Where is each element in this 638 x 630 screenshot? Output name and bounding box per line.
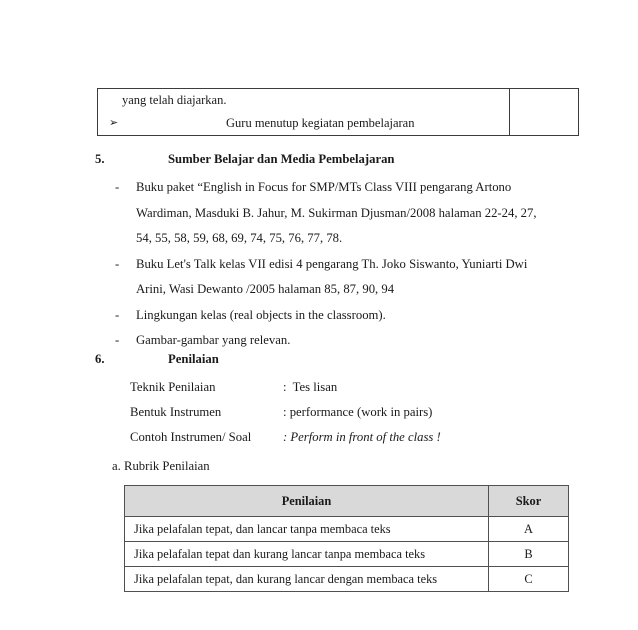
dash-marker: -: [115, 333, 120, 347]
table-row: Jika pelafalan tepat dan kurang lancar t…: [124, 541, 569, 567]
section-5-title: Sumber Belajar dan Media Pembelajaran: [168, 152, 395, 166]
assessment-value: : Perform in front of the class !: [283, 430, 441, 444]
list-item: - Buku Let's Talk kelas VII edisi 4 peng…: [0, 252, 638, 303]
assessment-value: : Tes lisan: [283, 380, 338, 394]
rubric-description-cell: Jika pelafalan tepat, dan kurang lancar …: [124, 566, 489, 592]
list-item-line: 54, 55, 58, 59, 68, 69, 74, 75, 76, 77, …: [136, 231, 343, 245]
section-5-number: 5.: [95, 152, 105, 166]
rubric-description-cell: Jika pelafalan tepat dan kurang lancar t…: [124, 541, 489, 567]
dash-marker: -: [115, 307, 120, 322]
list-item-line: Wardiman, Masduki B. Jahur, M. Sukirman …: [136, 205, 537, 220]
rubric-header-row: Penilaian Skor: [124, 485, 569, 517]
list-item-line: Lingkungan kelas (real objects in the cl…: [136, 307, 386, 322]
dash-marker: -: [115, 256, 120, 271]
activity-bullet-row: ➢ Guru menutup kegiatan pembelajaran: [98, 111, 509, 135]
activity-continuation-table: yang telah diajarkan. ➢ Guru menutup keg…: [97, 88, 579, 136]
assessment-value: : performance (work in pairs): [283, 405, 433, 419]
list-item: - Buku paket “English in Focus for SMP/M…: [0, 175, 638, 252]
section-6-number: 6.: [95, 352, 105, 366]
assessment-row: Teknik Penilaian : Tes lisan: [0, 375, 638, 400]
dash-marker: -: [115, 180, 120, 194]
assessment-row: Contoh Instrumen/ Soal : Perform in fron…: [0, 425, 638, 450]
activity-side-cell: [509, 88, 579, 136]
table-row: Jika pelafalan tepat, dan lancar tanpa m…: [124, 516, 569, 542]
assessment-label: Teknik Penilaian: [130, 380, 216, 394]
list-item: - Gambar-gambar yang relevan.: [0, 328, 638, 354]
assessment-label: Bentuk Instrumen: [130, 405, 222, 419]
document-page: yang telah diajarkan. ➢ Guru menutup keg…: [0, 0, 638, 630]
activity-cell-line-1: yang telah diajarkan. ➢ Guru menutup keg…: [97, 88, 510, 136]
rubric-description-cell: Jika pelafalan tepat, dan lancar tanpa m…: [124, 516, 489, 542]
list-item-line: Gambar-gambar yang relevan.: [136, 333, 291, 347]
list-item-line: Buku paket “English in Focus for SMP/MTs…: [136, 180, 512, 194]
rubric-score-cell: A: [488, 516, 569, 542]
rubric-score-cell: C: [488, 566, 569, 592]
table-row: Jika pelafalan tepat, dan kurang lancar …: [124, 566, 569, 592]
assessment-details: Teknik Penilaian : Tes lisan Bentuk Inst…: [0, 375, 638, 450]
rubric-score-cell: B: [488, 541, 569, 567]
assessment-row: Bentuk Instrumen : performance (work in …: [0, 400, 638, 425]
rubric-header-description: Penilaian: [124, 485, 489, 517]
rubric-table: Penilaian Skor Jika pelafalan tepat, dan…: [124, 485, 569, 592]
rubric-caption: a. Rubrik Penilaian: [112, 459, 210, 473]
list-item-line: Arini, Wasi Dewanto /2005 halaman 85, 87…: [136, 282, 395, 296]
table-row: yang telah diajarkan. ➢ Guru menutup keg…: [97, 88, 579, 136]
activity-text-continuation: yang telah diajarkan.: [122, 93, 227, 107]
rubric-header-score: Skor: [488, 485, 569, 517]
assessment-label: Contoh Instrumen/ Soal: [130, 430, 252, 444]
section-6-title: Penilaian: [168, 352, 219, 366]
learning-resources-list: - Buku paket “English in Focus for SMP/M…: [0, 175, 638, 354]
activity-closing-text: Guru menutup kegiatan pembelajaran: [226, 116, 415, 130]
list-item-line: Buku Let's Talk kelas VII edisi 4 pengar…: [136, 256, 528, 271]
arrow-bullet-icon: ➢: [109, 116, 119, 129]
list-item: - Lingkungan kelas (real objects in the …: [0, 303, 638, 329]
